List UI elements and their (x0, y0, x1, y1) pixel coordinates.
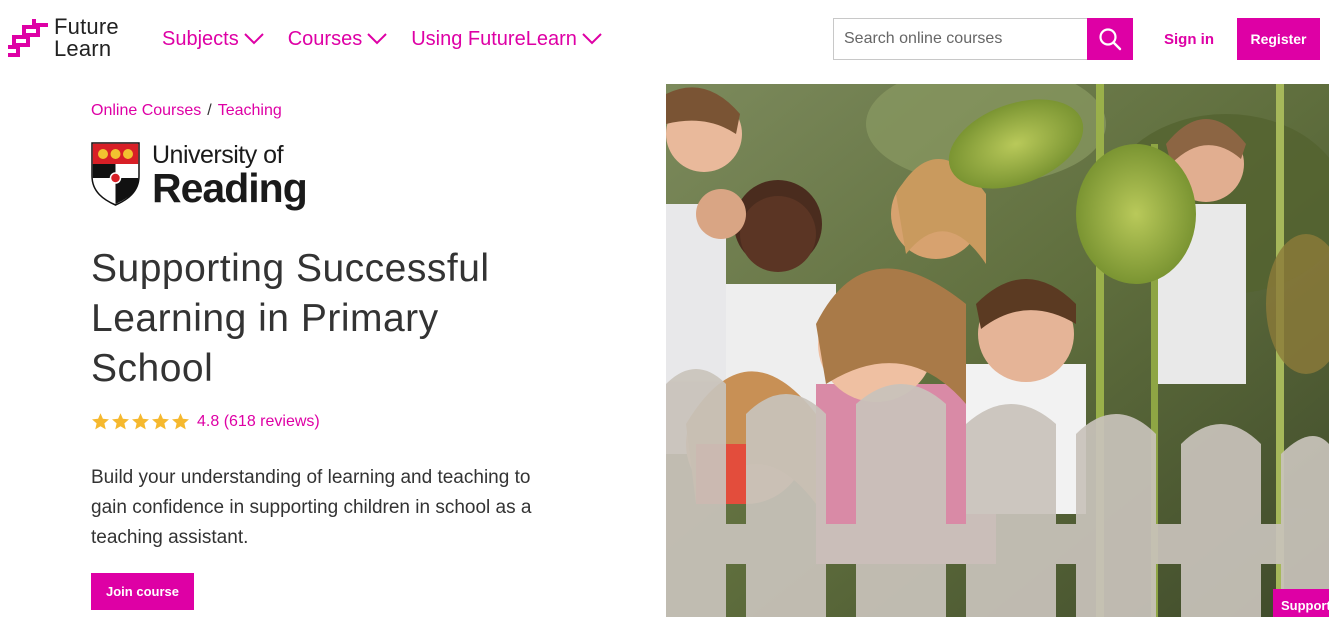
join-course-button[interactable]: Join course (91, 573, 194, 610)
breadcrumb-separator: / (207, 102, 212, 119)
site-header: Future Learn Subjects Courses Using Futu… (0, 0, 1329, 80)
breadcrumb-online-courses[interactable]: Online Courses (91, 102, 201, 120)
search-input[interactable] (833, 18, 1087, 60)
nav-subjects[interactable]: Subjects (162, 28, 264, 51)
search-icon (1099, 28, 1122, 51)
course-description: Build your understanding of learning and… (91, 467, 532, 548)
star-rating (91, 412, 191, 431)
nav-courses[interactable]: Courses (288, 28, 387, 51)
course-hero-image (666, 84, 1329, 617)
course-title: Supporting Successful Learning in Primar… (91, 247, 490, 390)
nav-using-futurelearn[interactable]: Using FutureLearn (411, 28, 602, 51)
breadcrumb: Online Courses / Teaching (91, 102, 282, 120)
breadcrumb-teaching[interactable]: Teaching (218, 102, 282, 120)
star-icon (152, 413, 169, 430)
university-name-line-2: Reading (152, 165, 308, 211)
course-rating: 4.8 (618 reviews) (91, 412, 320, 431)
sign-in-link[interactable]: Sign in (1164, 31, 1214, 48)
chevron-down-icon (367, 28, 387, 51)
nav-courses-label: Courses (287, 28, 363, 50)
university-logo[interactable]: University of Reading (91, 142, 308, 211)
support-tab[interactable]: Support (1273, 589, 1329, 617)
main-nav: Subjects Courses Using FutureLearn (162, 28, 626, 51)
star-icon (132, 413, 149, 430)
star-icon (92, 413, 109, 430)
logo-line-2: Learn (54, 36, 112, 61)
register-button[interactable]: Register (1237, 18, 1320, 60)
nav-subjects-label: Subjects (162, 28, 239, 50)
star-icon (112, 413, 129, 430)
star-icon (172, 413, 189, 430)
chevron-down-icon (582, 28, 602, 51)
search-bar (833, 18, 1133, 60)
futurelearn-logo-icon (8, 19, 48, 57)
futurelearn-logo[interactable]: Future Learn (6, 16, 119, 60)
chevron-down-icon (244, 28, 264, 51)
university-crest-icon (91, 142, 140, 206)
logo-line-1: Future (54, 14, 119, 39)
search-button[interactable] (1087, 18, 1133, 60)
nav-using-futurelearn-label: Using FutureLearn (411, 28, 577, 50)
rating-reviews-link[interactable]: 4.8 (618 reviews) (197, 413, 320, 431)
